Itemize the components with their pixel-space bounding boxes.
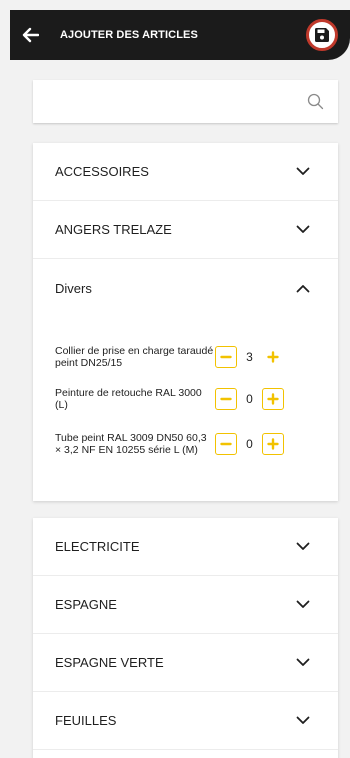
chevron-down-icon — [296, 716, 310, 724]
decrement-button[interactable] — [215, 388, 237, 410]
quantity-stepper: 0 — [215, 388, 284, 410]
category-espagne[interactable]: ESPAGNE — [33, 576, 338, 634]
minus-icon — [220, 355, 232, 359]
minus-icon — [220, 442, 232, 446]
quantity-value: 3 — [246, 350, 253, 364]
category-feuilles[interactable]: FEUILLES — [33, 692, 338, 750]
quantity-stepper: 3 — [215, 346, 284, 368]
back-button[interactable] — [10, 10, 50, 60]
list-item: Tube peint RAL 3009 DN50 60,3 × 3,2 NF E… — [55, 421, 338, 467]
chevron-up-icon — [296, 284, 310, 292]
category-electricite[interactable]: ELECTRICITE — [33, 518, 338, 576]
chevron-down-icon — [296, 542, 310, 550]
increment-button[interactable] — [262, 433, 284, 455]
plus-icon — [267, 351, 279, 363]
arrow-left-icon — [22, 27, 39, 43]
divers-items: Collier de prise en charge taraudé peint… — [33, 317, 338, 467]
category-label: Divers — [55, 280, 92, 296]
search-bar — [33, 80, 338, 123]
item-label: Collier de prise en charge taraudé peint… — [55, 345, 214, 369]
search-input[interactable] — [33, 80, 317, 123]
decrement-button[interactable] — [215, 433, 237, 455]
app-screen: AJOUTER DES ARTICLES ACCESSOIRES ANGERS … — [0, 0, 350, 758]
item-label: Peinture de retouche RAL 3000 (L) — [55, 387, 202, 411]
category-divers[interactable]: Divers — [33, 259, 338, 317]
category-label: ESPAGNE VERTE — [55, 655, 164, 670]
increment-button[interactable] — [262, 388, 284, 410]
plus-icon — [267, 438, 279, 450]
chevron-down-icon — [296, 167, 310, 175]
plus-icon — [267, 393, 279, 405]
chevron-down-icon — [296, 600, 310, 608]
list-item: Peinture de retouche RAL 3000 (L) 0 — [55, 379, 338, 419]
floppy-disk-icon — [315, 28, 329, 42]
page-title: AJOUTER DES ARTICLES — [60, 29, 198, 41]
list-item: Collier de prise en charge taraudé peint… — [55, 337, 338, 377]
app-header: AJOUTER DES ARTICLES — [10, 10, 350, 60]
category-label: ELECTRICITE — [55, 539, 140, 554]
category-label: ANGERS TRELAZE — [55, 222, 172, 237]
category-accessoires[interactable]: ACCESSOIRES — [33, 143, 338, 201]
category-angers-trelaze[interactable]: ANGERS TRELAZE — [33, 201, 338, 259]
chevron-down-icon — [296, 658, 310, 666]
chevron-down-icon — [296, 225, 310, 233]
category-label: ESPAGNE — [55, 597, 117, 612]
search-icon[interactable] — [307, 93, 324, 110]
increment-button[interactable] — [262, 346, 284, 368]
minus-icon — [220, 397, 232, 401]
category-label: FEUILLES — [55, 713, 117, 728]
decrement-button[interactable] — [215, 346, 237, 368]
quantity-value: 0 — [246, 437, 253, 451]
category-list-top: ACCESSOIRES ANGERS TRELAZE Divers Collie… — [33, 143, 338, 501]
category-espagne-verte[interactable]: ESPAGNE VERTE — [33, 634, 338, 692]
quantity-stepper: 0 — [215, 433, 284, 455]
quantity-value: 0 — [246, 392, 253, 406]
save-button[interactable] — [306, 19, 338, 51]
category-label: ACCESSOIRES — [55, 164, 149, 179]
item-label: Tube peint RAL 3009 DN50 60,3 × 3,2 NF E… — [55, 432, 207, 456]
category-list-bottom: ELECTRICITE ESPAGNE ESPAGNE VERTE FEUILL… — [33, 518, 338, 758]
